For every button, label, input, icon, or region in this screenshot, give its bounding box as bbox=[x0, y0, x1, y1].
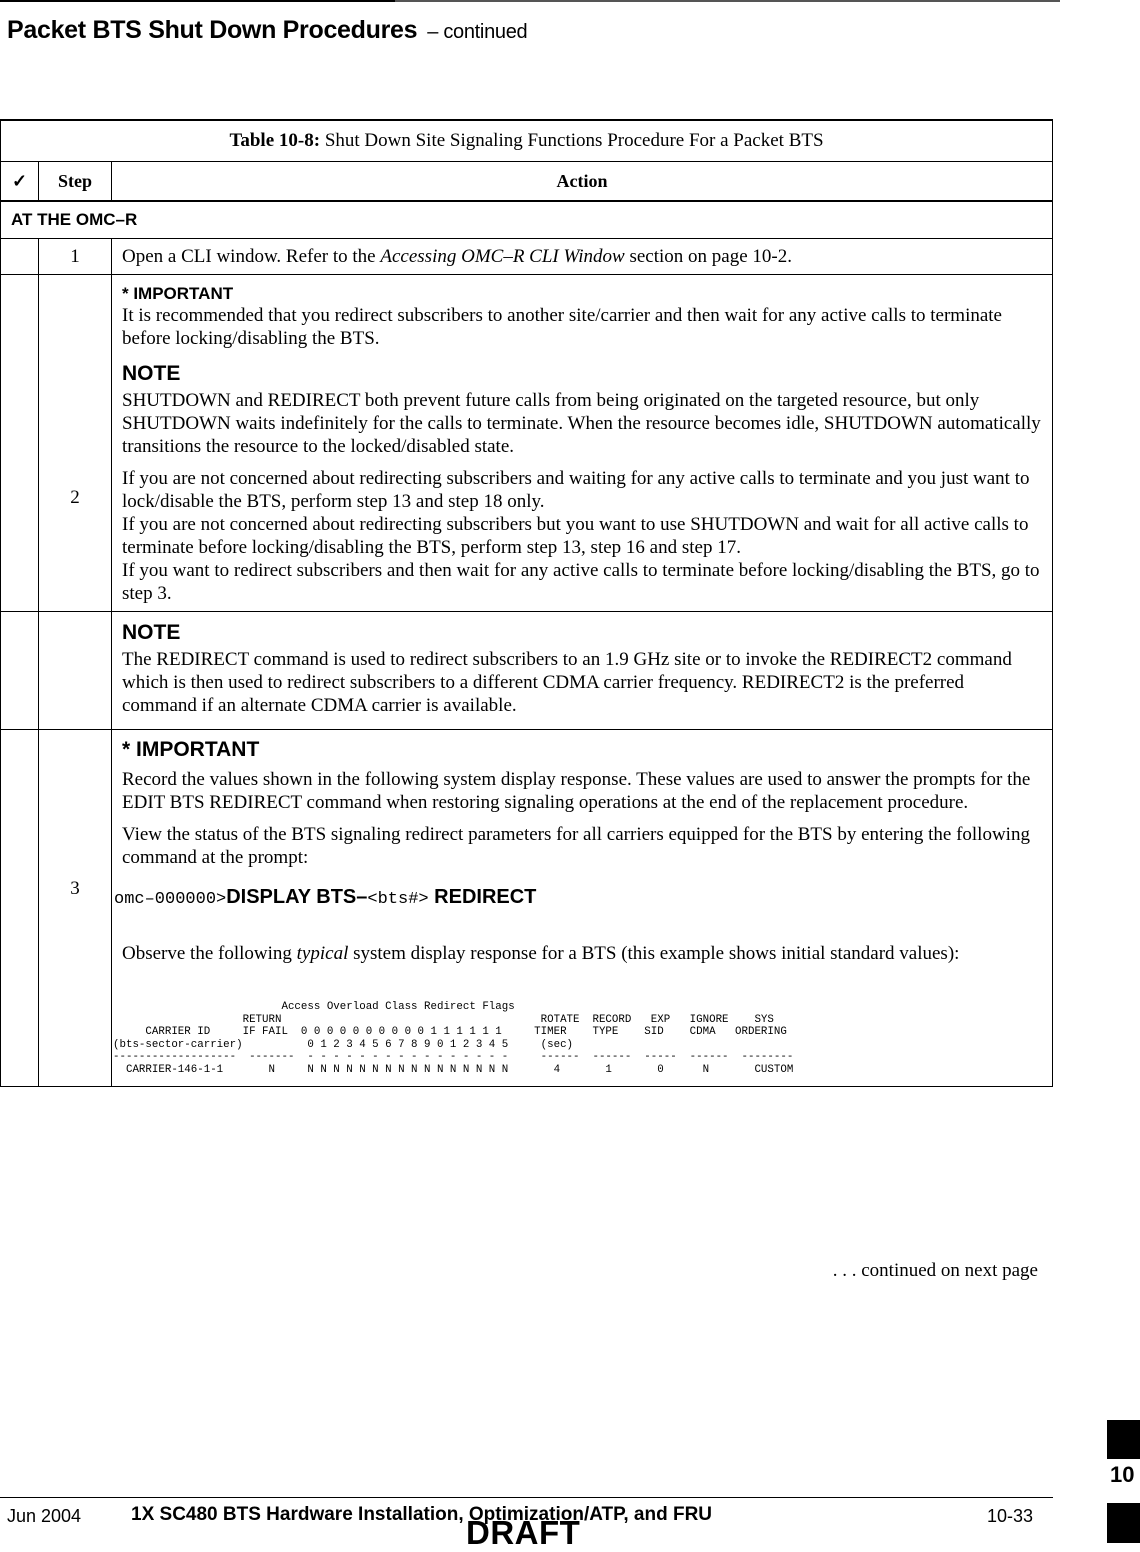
system-display-response: Access Overload Class Redirect Flags RET… bbox=[113, 1001, 1042, 1076]
response-line: ------------------- ------- - - - - - - … bbox=[113, 1051, 794, 1063]
table-row: 1 Open a CLI window. Refer to the Access… bbox=[0, 238, 1053, 275]
observe-text-emphasis: typical bbox=[296, 943, 349, 964]
action-cell: * IMPORTANT It is recommended that you r… bbox=[111, 274, 1053, 612]
column-header-step: Step bbox=[38, 161, 112, 202]
table-header-row: ✓ Step Action bbox=[0, 161, 1053, 202]
response-line: CARRIER ID IF FAIL 0 0 0 0 0 0 0 0 0 0 1… bbox=[113, 1026, 787, 1038]
check-cell[interactable] bbox=[0, 274, 39, 612]
cli-command-parameter: <bts#> bbox=[367, 890, 429, 909]
action-text: section on page 10-2. bbox=[624, 246, 792, 267]
action-cell: Open a CLI window. Refer to the Accessin… bbox=[111, 238, 1053, 275]
check-cell[interactable] bbox=[0, 238, 39, 275]
response-line: Access Overload Class Redirect Flags bbox=[113, 1001, 515, 1013]
footer-page-number: 10-33 bbox=[987, 1506, 1034, 1526]
cli-command-name: DISPLAY BTS– bbox=[226, 886, 368, 908]
chapter-tab-top-block bbox=[1107, 1420, 1140, 1459]
action-paragraph: If you want to redirect subscribers and … bbox=[122, 560, 1040, 604]
action-cell: * IMPORTANT Record the values shown in t… bbox=[111, 729, 1053, 1087]
observe-text-part: Observe the following bbox=[122, 943, 297, 964]
chapter-tab-label: 10 bbox=[1110, 1462, 1135, 1487]
step-number: 3 bbox=[38, 729, 112, 1087]
note-label: NOTE bbox=[122, 621, 181, 644]
response-line: (bts-sector-carrier) 0 1 2 3 4 5 6 7 8 9… bbox=[113, 1038, 574, 1051]
response-line: RETURN ROTATE RECORD EXP IGNORE SYS bbox=[113, 1013, 774, 1026]
table-caption: Table 10-8: Shut Down Site Signaling Fun… bbox=[0, 119, 1053, 162]
cli-command: omc–000000>DISPLAY BTS–<bts#> REDIRECT bbox=[114, 885, 1042, 912]
note-text: SHUTDOWN and REDIRECT both prevent futur… bbox=[122, 390, 1041, 457]
important-label: * IMPORTANT bbox=[122, 284, 234, 303]
procedure-table: Table 10-8: Shut Down Site Signaling Fun… bbox=[0, 119, 1053, 1087]
section-row: AT THE OMC–R bbox=[0, 200, 1053, 239]
section-heading: AT THE OMC–R bbox=[0, 200, 1053, 239]
step-number bbox=[38, 611, 112, 730]
top-rule-accent bbox=[395, 0, 1060, 2]
observe-text: Observe the following typical system dis… bbox=[122, 942, 1042, 965]
action-paragraph: If you are not concerned about redirecti… bbox=[122, 468, 1030, 512]
action-cell: NOTE The REDIRECT command is used to red… bbox=[111, 611, 1053, 730]
action-paragraph: If you are not concerned about redirecti… bbox=[122, 514, 1029, 558]
table-row: NOTE The REDIRECT command is used to red… bbox=[0, 611, 1053, 730]
chapter-tab-bottom-block bbox=[1107, 1503, 1140, 1543]
column-header-check: ✓ bbox=[0, 161, 39, 202]
table-caption-row: Table 10-8: Shut Down Site Signaling Fun… bbox=[0, 119, 1053, 162]
footer-rule bbox=[0, 1497, 1053, 1498]
check-mark-icon: ✓ bbox=[11, 170, 28, 191]
check-cell[interactable] bbox=[0, 611, 39, 730]
table-row: 3 * IMPORTANT Record the values shown in… bbox=[0, 729, 1053, 1087]
step-number: 2 bbox=[38, 274, 112, 612]
important-text: It is recommended that you redirect subs… bbox=[122, 305, 1002, 349]
continued-note: . . . continued on next page bbox=[832, 1260, 1038, 1281]
section-reference: Accessing OMC–R CLI Window bbox=[380, 246, 625, 267]
page-header: Packet BTS Shut Down Procedures – continu… bbox=[7, 16, 528, 45]
note-text: The REDIRECT command is used to redirect… bbox=[122, 649, 1012, 716]
table-row: 2 * IMPORTANT It is recommended that you… bbox=[0, 274, 1053, 612]
step-number: 1 bbox=[38, 238, 112, 275]
instruction-text: View the status of the BTS signaling red… bbox=[122, 824, 1030, 868]
table-caption-text: Shut Down Site Signaling Functions Proce… bbox=[320, 130, 824, 151]
important-text: Record the values shown in the following… bbox=[122, 769, 1031, 813]
page-title: Packet BTS Shut Down Procedures bbox=[7, 16, 418, 44]
table-caption-label: Table 10-8: bbox=[229, 130, 321, 151]
cli-prompt: omc–000000> bbox=[114, 890, 227, 909]
footer-date: Jun 2004 bbox=[7, 1506, 82, 1526]
note-label: NOTE bbox=[122, 362, 181, 385]
page-title-continued: – continued bbox=[427, 21, 528, 43]
check-cell[interactable] bbox=[0, 729, 39, 1087]
cli-command-option: REDIRECT bbox=[428, 886, 537, 908]
observe-text-part: system display response for a BTS (this … bbox=[348, 943, 960, 964]
action-text: Open a CLI window. Refer to the bbox=[122, 246, 381, 267]
draft-watermark: DRAFT bbox=[466, 1514, 581, 1551]
column-header-action: Action bbox=[111, 161, 1053, 202]
footer-title: 1X SC480 BTS Hardware Installation, Opti… bbox=[131, 1504, 713, 1525]
response-line: CARRIER-146-1-1 N N N N N N N N N N N N … bbox=[113, 1063, 794, 1076]
important-label: * IMPORTANT bbox=[122, 738, 260, 761]
